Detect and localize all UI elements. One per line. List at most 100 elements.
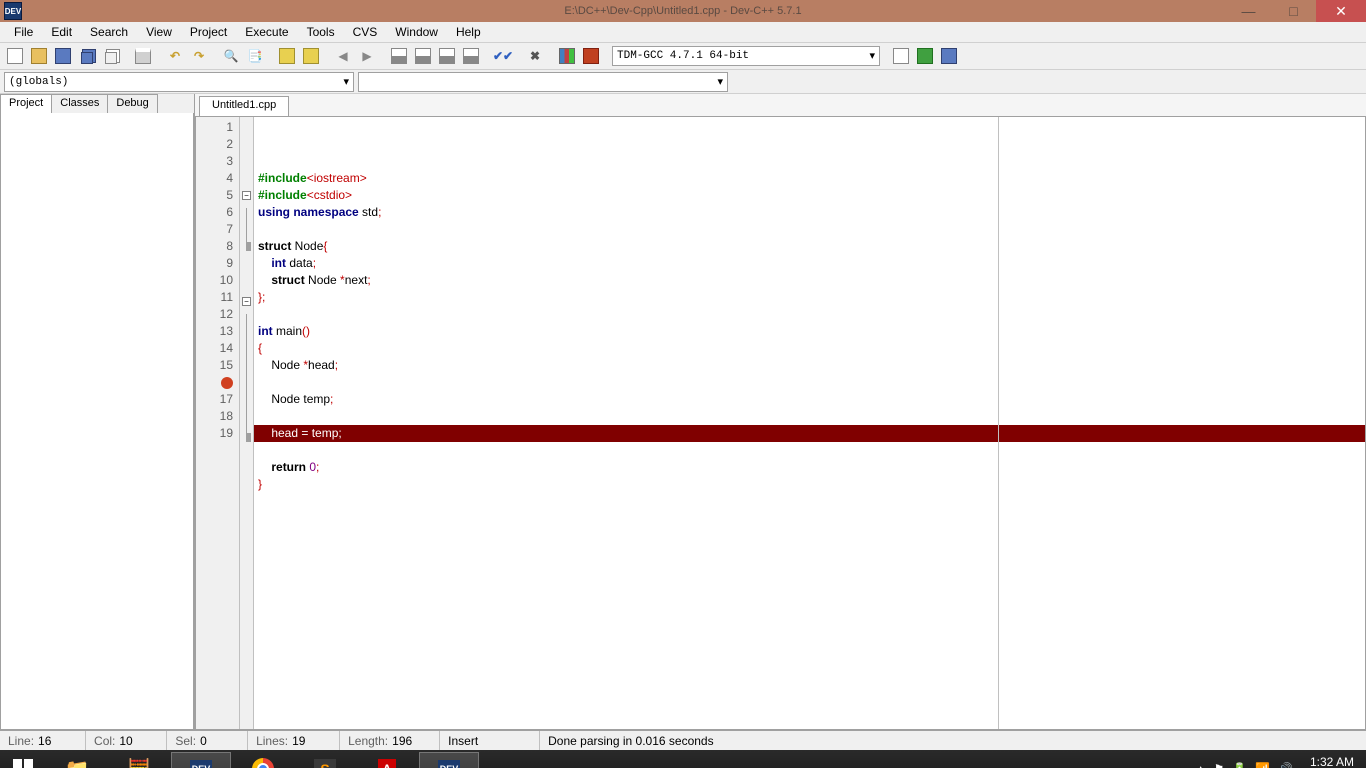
taskbar-calculator[interactable]: 🧮 bbox=[109, 752, 169, 768]
redo-button[interactable]: ↷ bbox=[188, 45, 210, 67]
code-content[interactable]: #include<iostream>#include<cstdio>using … bbox=[254, 117, 1365, 729]
taskbar-adobe[interactable]: A bbox=[357, 752, 417, 768]
print-button[interactable] bbox=[132, 45, 154, 67]
undo-button[interactable]: ↶ bbox=[164, 45, 186, 67]
status-col-value: 10 bbox=[117, 731, 167, 750]
profile-button[interactable] bbox=[556, 45, 578, 67]
start-button[interactable] bbox=[0, 750, 46, 768]
folder-icon: 📁 bbox=[65, 757, 90, 768]
new-file-button[interactable] bbox=[4, 45, 26, 67]
sublime-icon: S bbox=[314, 759, 335, 768]
taskbar-chrome[interactable] bbox=[233, 752, 293, 768]
redo-icon: ↷ bbox=[194, 49, 204, 63]
status-sel-label: Sel: bbox=[167, 731, 198, 750]
taskbar-explorer[interactable]: 📁 bbox=[47, 752, 107, 768]
system-tray: ▲ ⚑ 🔋 📶 🔊 1:32 AM 9/7/2014 bbox=[1196, 756, 1366, 768]
window2-button[interactable] bbox=[412, 45, 434, 67]
maximize-button[interactable]: □ bbox=[1271, 0, 1316, 22]
menu-view[interactable]: View bbox=[138, 23, 180, 41]
line-gutter: 123456789101112131415171819 bbox=[196, 117, 240, 729]
tool-icon bbox=[941, 48, 957, 64]
window1-button[interactable] bbox=[388, 45, 410, 67]
adobe-icon: A bbox=[378, 759, 397, 768]
new-file-icon bbox=[7, 48, 23, 64]
check-icon: ✔✔ bbox=[493, 49, 513, 63]
close-button[interactable]: ✕ bbox=[1316, 0, 1366, 22]
menu-tools[interactable]: Tools bbox=[299, 23, 343, 41]
scope-bar: (globals) bbox=[0, 70, 1366, 94]
cross-icon: ✖ bbox=[530, 49, 540, 63]
tray-network-icon[interactable]: 📶 bbox=[1255, 762, 1270, 768]
back-icon: ◀ bbox=[338, 49, 347, 63]
editor-area: Untitled1.cpp 12345678910111213141517181… bbox=[195, 94, 1366, 730]
folder-icon bbox=[31, 48, 47, 64]
tray-battery-icon[interactable]: 🔋 bbox=[1232, 762, 1247, 768]
window3-button[interactable] bbox=[436, 45, 458, 67]
menu-execute[interactable]: Execute bbox=[237, 23, 296, 41]
save-as-button[interactable] bbox=[100, 45, 122, 67]
globals-select[interactable]: (globals) bbox=[4, 72, 354, 92]
status-length-label: Length: bbox=[340, 731, 390, 750]
save-all-icon bbox=[81, 52, 93, 64]
window4-button[interactable] bbox=[460, 45, 482, 67]
menu-file[interactable]: File bbox=[6, 23, 41, 41]
windows-taskbar: 📁 🧮 DEV S A DEV ▲ ⚑ 🔋 📶 🔊 1:32 AM 9/7/20… bbox=[0, 750, 1366, 768]
status-lines-label: Lines: bbox=[248, 731, 290, 750]
tool-icon bbox=[917, 48, 933, 64]
devcpp-icon: DEV bbox=[190, 760, 213, 768]
tool-icon bbox=[893, 48, 909, 64]
save-button[interactable] bbox=[52, 45, 74, 67]
code-editor[interactable]: 123456789101112131415171819 −− #include<… bbox=[195, 116, 1366, 730]
replace-button[interactable]: 📑 bbox=[244, 45, 266, 67]
editor-split-line bbox=[998, 117, 999, 729]
tray-arrow-icon[interactable]: ▲ bbox=[1196, 764, 1206, 768]
sidebar-tab-debug[interactable]: Debug bbox=[107, 94, 157, 114]
window-icon bbox=[415, 48, 431, 64]
menu-search[interactable]: Search bbox=[82, 23, 136, 41]
compiler-select[interactable]: TDM-GCC 4.7.1 64-bit bbox=[612, 46, 880, 66]
taskbar-devcpp2[interactable]: DEV bbox=[419, 752, 479, 768]
functions-select[interactable] bbox=[358, 72, 728, 92]
menu-window[interactable]: Window bbox=[387, 23, 446, 41]
file-tab[interactable]: Untitled1.cpp bbox=[199, 96, 289, 116]
menu-edit[interactable]: Edit bbox=[43, 23, 80, 41]
open-project-button[interactable] bbox=[28, 45, 50, 67]
save-all-button[interactable] bbox=[76, 45, 98, 67]
menu-project[interactable]: Project bbox=[182, 23, 235, 41]
window-icon bbox=[439, 48, 455, 64]
chrome-icon bbox=[252, 758, 274, 768]
windows-logo-icon bbox=[13, 759, 33, 768]
status-insert-mode: Insert bbox=[440, 731, 540, 750]
taskbar-devcpp[interactable]: DEV bbox=[171, 752, 231, 768]
tray-volume-icon[interactable]: 🔊 bbox=[1278, 762, 1293, 768]
replace-icon: 📑 bbox=[248, 49, 263, 63]
menu-cvs[interactable]: CVS bbox=[345, 23, 386, 41]
tray-flag-icon[interactable]: ⚑ bbox=[1214, 762, 1225, 768]
tool2-button[interactable] bbox=[914, 45, 936, 67]
sidebar-tab-project[interactable]: Project bbox=[0, 94, 52, 114]
tray-clock[interactable]: 1:32 AM 9/7/2014 bbox=[1301, 756, 1360, 768]
taskbar-sublime[interactable]: S bbox=[295, 752, 355, 768]
goto-button[interactable] bbox=[276, 45, 298, 67]
forward-button[interactable]: ▶ bbox=[356, 45, 378, 67]
find-button[interactable]: 🔍 bbox=[220, 45, 242, 67]
tool3-button[interactable] bbox=[938, 45, 960, 67]
tool1-button[interactable] bbox=[890, 45, 912, 67]
debug-button[interactable] bbox=[580, 45, 602, 67]
status-parse-message: Done parsing in 0.016 seconds bbox=[540, 731, 1366, 750]
status-lines-value: 19 bbox=[290, 731, 340, 750]
menu-help[interactable]: Help bbox=[448, 23, 489, 41]
window-icon bbox=[391, 48, 407, 64]
bookmark-icon bbox=[303, 48, 319, 64]
stop-button[interactable]: ✖ bbox=[524, 45, 546, 67]
compile-button[interactable]: ✔✔ bbox=[492, 45, 514, 67]
sidebar-tab-classes[interactable]: Classes bbox=[51, 94, 108, 114]
sidebar: Project Classes Debug bbox=[0, 94, 195, 730]
bookmark-button[interactable] bbox=[300, 45, 322, 67]
search-icon: 🔍 bbox=[224, 49, 239, 63]
save-icon bbox=[55, 48, 71, 64]
minimize-button[interactable]: — bbox=[1226, 0, 1271, 22]
back-button[interactable]: ◀ bbox=[332, 45, 354, 67]
window-icon bbox=[463, 48, 479, 64]
bug-icon bbox=[583, 48, 599, 64]
